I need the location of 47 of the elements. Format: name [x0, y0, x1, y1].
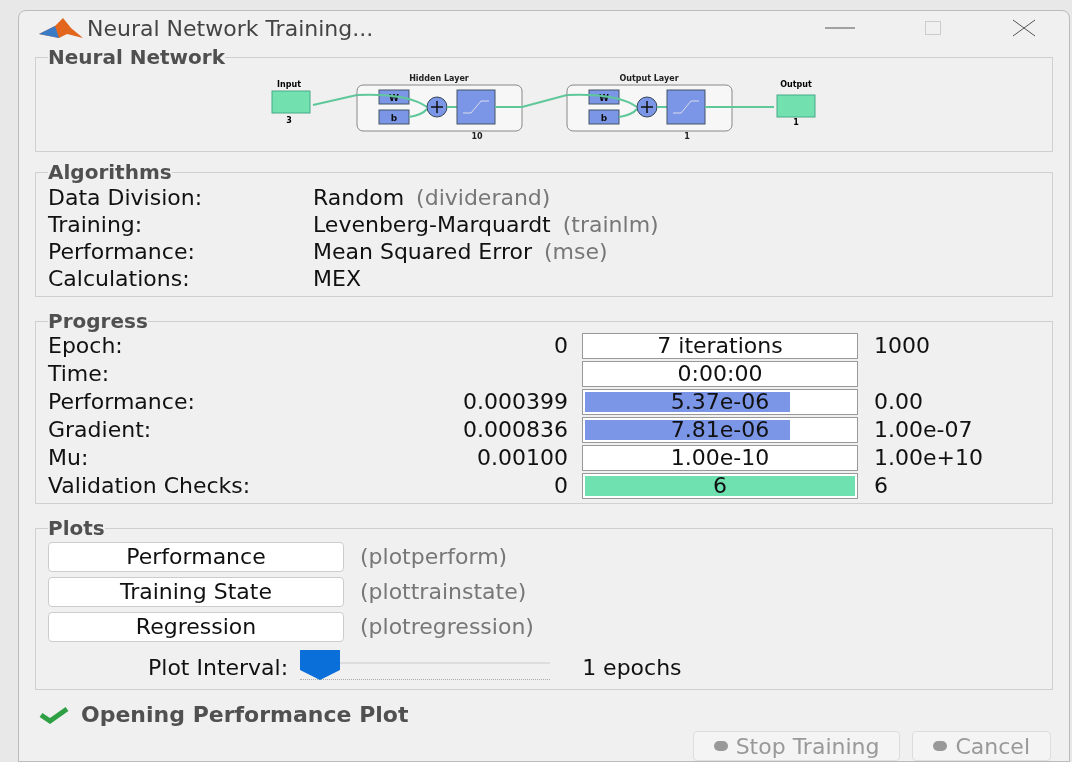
plot-button[interactable]: Regression [48, 611, 344, 642]
start-value: 0 [554, 333, 568, 359]
function-name: (mse) [543, 238, 608, 265]
slider-label: Plot Interval: [148, 653, 289, 682]
progress-value: 7 iterations [656, 334, 784, 358]
algorithm-value: MEX [313, 265, 361, 292]
algorithm-value: Mean Squared Error [313, 238, 532, 265]
end-value: 1000 [874, 333, 930, 359]
function-name: (trainlm) [562, 211, 659, 238]
progress-label: Gradient: [48, 417, 153, 443]
progress-label: Epoch: [48, 333, 124, 359]
plot-button[interactable]: Performance [48, 541, 344, 572]
app-logo-icon [39, 16, 83, 40]
checkmark-icon [39, 705, 69, 724]
start-value: 0 [554, 473, 568, 499]
slider-thumb[interactable] [300, 650, 341, 680]
start-value: 0.000399 [463, 389, 568, 415]
algorithm-label: Performance: [48, 238, 196, 265]
progress-value: 6 [712, 474, 728, 498]
algorithm-value: Random [313, 184, 405, 211]
function-name: (plotperform) [360, 543, 508, 571]
status-message: Opening Performance Plot [81, 701, 409, 729]
algorithm-label: Calculations: [48, 265, 191, 292]
start-value: 0.00100 [477, 445, 568, 471]
function-name: (dividerand) [416, 184, 551, 211]
algorithm-value: Levenberg-Marquardt [313, 211, 551, 238]
progress-value: 7.81e-06 [669, 418, 771, 442]
start-value: 0.000836 [463, 417, 568, 443]
progress-value: 1.00e-10 [669, 446, 771, 470]
close-icon[interactable] [1011, 18, 1037, 38]
algorithm-label: Training: [48, 211, 144, 238]
end-value: 6 [874, 473, 888, 499]
progress-label: Mu: [48, 445, 90, 471]
end-value: 1.00e+10 [874, 445, 983, 471]
window-title: Neural Network Training... [87, 14, 374, 43]
progress-value: 0:00:00 [676, 362, 764, 386]
slider-reading: 1 epochs [582, 653, 682, 682]
progress-label: Validation Checks: [48, 473, 252, 499]
progress-value: 5.37e-06 [669, 390, 771, 414]
function-name: (plotregression) [360, 613, 534, 641]
function-name: (plottrainstate) [360, 578, 527, 606]
end-value: 1.00e-07 [874, 417, 973, 443]
progress-label: Time: [48, 361, 111, 387]
plot-button[interactable]: Training State [48, 576, 344, 607]
progress-label: Performance: [48, 389, 196, 415]
algorithm-label: Data Division: [48, 184, 204, 211]
end-value: 0.00 [874, 389, 923, 415]
